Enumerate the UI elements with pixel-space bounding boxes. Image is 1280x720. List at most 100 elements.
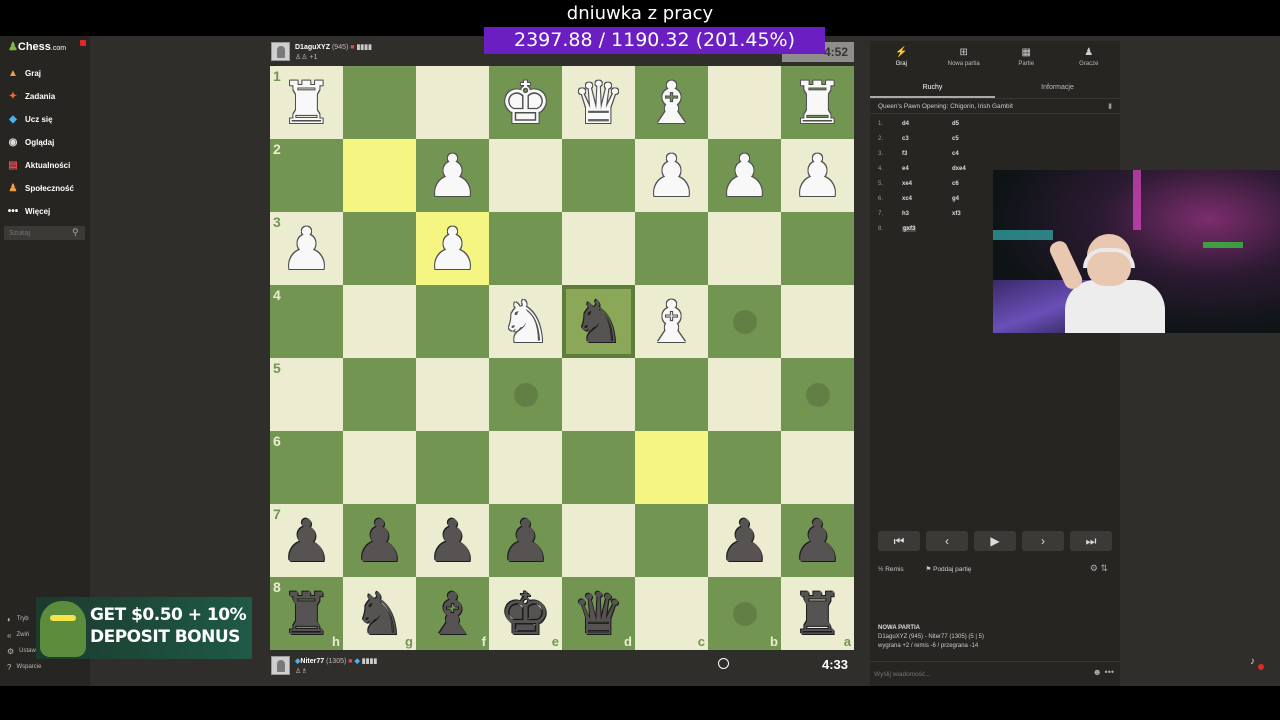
white-king-icon[interactable]: ♚ [500, 74, 552, 132]
board-square[interactable] [343, 66, 416, 139]
black-move[interactable]: c6 [952, 181, 959, 187]
board-square[interactable]: ♝ [635, 285, 708, 358]
board-square[interactable]: 5 [270, 358, 343, 431]
black-move[interactable]: g4 [952, 196, 959, 202]
board-square[interactable]: ♟ [416, 139, 489, 212]
black-pawn-icon[interactable]: ♟ [427, 512, 479, 570]
white-pawn-icon[interactable]: ♟ [427, 220, 479, 278]
board-square[interactable]: ♟ [416, 212, 489, 285]
board-square[interactable]: ♚ [489, 66, 562, 139]
sidebar-item-news[interactable]: ▤ Aktualności [0, 154, 90, 177]
white-pawn-icon[interactable]: ♟ [427, 147, 479, 205]
board-square[interactable]: ♞ [489, 285, 562, 358]
black-knight-icon[interactable]: ♞ [573, 293, 625, 351]
board-square[interactable]: 3 ♟ [270, 212, 343, 285]
black-bishop-icon[interactable]: ♝ [427, 585, 479, 643]
legal-move-dot[interactable] [732, 309, 757, 334]
white-move[interactable]: c3 [902, 136, 909, 142]
board-square[interactable]: ♜ [781, 66, 854, 139]
board-square[interactable] [635, 431, 708, 504]
board-square[interactable] [489, 358, 562, 431]
board-square[interactable] [416, 285, 489, 358]
board-square[interactable]: 2 [270, 139, 343, 212]
board-square[interactable] [708, 66, 781, 139]
sidebar-item-learn[interactable]: ◆ Ucz się [0, 108, 90, 131]
board-square[interactable] [343, 285, 416, 358]
board-square[interactable]: e ♚ [489, 577, 562, 650]
black-rook-icon[interactable]: ♜ [281, 585, 333, 643]
notification-badge[interactable] [80, 40, 86, 46]
black-move[interactable]: xf3 [952, 211, 961, 217]
white-knight-icon[interactable]: ♞ [500, 293, 552, 351]
white-move[interactable]: f3 [902, 151, 907, 157]
legal-move-dot[interactable] [732, 601, 757, 626]
white-move[interactable]: xc4 [902, 196, 912, 202]
white-pawn-icon[interactable]: ♟ [281, 220, 333, 278]
board-square[interactable]: 1 ♜ [270, 66, 343, 139]
board-square[interactable]: ♟ [489, 504, 562, 577]
board-square[interactable] [416, 358, 489, 431]
white-move[interactable]: h3 [902, 211, 909, 217]
black-pawn-icon[interactable]: ♟ [500, 512, 552, 570]
board-square[interactable]: ♝ [635, 66, 708, 139]
board-square[interactable]: ♟ [708, 504, 781, 577]
board-square[interactable]: ♟ [635, 139, 708, 212]
board-square[interactable]: ♟ [343, 504, 416, 577]
play-button[interactable]: ▶ [974, 531, 1016, 551]
board-square[interactable]: ♟ [781, 139, 854, 212]
board-square[interactable]: 8 h ♜ [270, 577, 343, 650]
bell-icon[interactable]: ♪ [1250, 656, 1255, 667]
emoji-icon[interactable]: ☻ [1093, 667, 1102, 677]
tab-info[interactable]: Informacje [995, 77, 1120, 98]
black-pawn-icon[interactable]: ♟ [719, 512, 771, 570]
last-move-button[interactable]: ⏭ [1070, 531, 1112, 551]
board-square[interactable] [781, 358, 854, 431]
white-move[interactable]: gxf3 [902, 226, 917, 232]
board-square[interactable] [343, 358, 416, 431]
sidebar-item-play[interactable]: ▲ Graj [0, 62, 90, 85]
board-square[interactable]: ♟ [781, 504, 854, 577]
board-square[interactable]: 7 ♟ [270, 504, 343, 577]
sidebar-item-community[interactable]: ♟ Społeczność [0, 177, 90, 200]
board-square[interactable]: g ♞ [343, 577, 416, 650]
board-square[interactable] [416, 66, 489, 139]
avatar[interactable] [271, 656, 290, 675]
prev-move-button[interactable]: ‹ [926, 531, 968, 551]
top-player-name[interactable]: D1aguXYZ (945) ■ ▮▮▮▮ [295, 43, 372, 51]
black-knight-icon[interactable]: ♞ [354, 585, 406, 643]
draw-button[interactable]: ½ Remis [878, 566, 914, 573]
white-move[interactable]: xe4 [902, 181, 912, 187]
sidebar-item-watch[interactable]: ◉ Oglądaj [0, 131, 90, 154]
board-square[interactable]: b [708, 577, 781, 650]
board-square[interactable] [781, 431, 854, 504]
board-square[interactable] [635, 358, 708, 431]
board-square[interactable]: ♞ [562, 285, 635, 358]
avatar[interactable] [271, 42, 290, 61]
board-square[interactable]: c [635, 577, 708, 650]
board-square[interactable]: d ♛ [562, 577, 635, 650]
black-rook-icon[interactable]: ♜ [792, 585, 844, 643]
board-square[interactable] [489, 212, 562, 285]
board-square[interactable] [562, 139, 635, 212]
white-move[interactable]: e4 [902, 166, 909, 172]
board-square[interactable] [708, 358, 781, 431]
sidebar-item-puzzles[interactable]: ✦ Zadania [0, 85, 90, 108]
board-square[interactable] [635, 212, 708, 285]
legal-move-dot[interactable] [513, 382, 538, 407]
board-square[interactable] [343, 139, 416, 212]
board-square[interactable] [781, 212, 854, 285]
tab-players[interactable]: ♟ Gracze [1058, 41, 1121, 73]
sidebar-support[interactable]: ? Wsparcie [0, 659, 90, 675]
board-square[interactable] [343, 212, 416, 285]
black-queen-icon[interactable]: ♛ [573, 585, 625, 643]
black-move[interactable]: c5 [952, 136, 959, 142]
board-square[interactable] [635, 504, 708, 577]
board-square[interactable]: 4 [270, 285, 343, 358]
next-move-button[interactable]: › [1022, 531, 1064, 551]
white-bishop-icon[interactable]: ♝ [646, 293, 698, 351]
ad-banner[interactable]: GET $0.50 + 10% DEPOSIT BONUS [36, 597, 252, 659]
board-square[interactable]: ♟ [708, 139, 781, 212]
board-square[interactable] [562, 358, 635, 431]
tab-games[interactable]: ▦ Partie [995, 41, 1058, 73]
tab-play[interactable]: ⚡ Graj [870, 41, 933, 73]
